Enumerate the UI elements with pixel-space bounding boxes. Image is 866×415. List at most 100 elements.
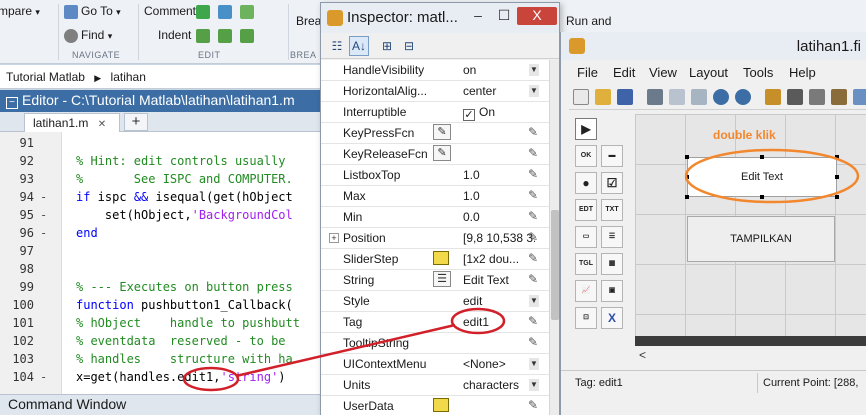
dropdown-arrow-icon[interactable]: ▼ xyxy=(529,64,539,76)
property-value[interactable]: <None> xyxy=(463,357,535,371)
breakpoints-button[interactable]: Brea xyxy=(296,14,321,28)
resize-handle[interactable] xyxy=(685,155,689,159)
property-row[interactable]: UserData ✎ xyxy=(321,396,549,415)
tab-latihan1[interactable]: latihan1.m ✕ xyxy=(24,113,120,132)
code-editor[interactable]: 91 92 % Hint: edit controls usually 93 % See… xyxy=(0,132,330,394)
new-tab-button[interactable]: + xyxy=(124,113,148,131)
breadcrumb-item[interactable]: Tutorial Matlab xyxy=(6,70,85,84)
edit-pencil-icon[interactable]: ✎ xyxy=(528,188,538,202)
dropdown-arrow-icon[interactable]: ▼ xyxy=(529,379,539,391)
close-button[interactable]: X xyxy=(517,7,557,25)
paste-icon[interactable] xyxy=(691,89,707,105)
axes-tool-icon[interactable]: 📈 xyxy=(575,280,597,302)
property-row[interactable]: Tag edit1 ✎ xyxy=(321,312,549,333)
edit-pencil-icon[interactable]: ✎ xyxy=(528,335,538,349)
edit-text-control[interactable]: Edit Text xyxy=(687,157,837,197)
property-row[interactable]: UIContextMenu <None> ▼ xyxy=(321,354,549,375)
code-line[interactable]: 99 % --- Executes on button press xyxy=(0,280,330,298)
tampilkan-push-button[interactable]: TAMPILKAN xyxy=(687,216,835,262)
menu-item[interactable]: Tools xyxy=(743,65,773,80)
property-value[interactable]: 0.0 xyxy=(463,210,535,224)
property-value[interactable]: [1x2 dou... xyxy=(463,252,535,266)
activex-tool-icon[interactable]: X xyxy=(601,307,623,329)
decrease-indent-button[interactable] xyxy=(240,28,257,43)
dropdown-arrow-icon[interactable]: ▼ xyxy=(529,295,539,307)
property-row[interactable]: ListboxTop 1.0 ✎ xyxy=(321,165,549,186)
property-row[interactable]: Units characters ▼ xyxy=(321,375,549,396)
checkbox-icon[interactable]: ✓ xyxy=(463,109,475,121)
checkbox-tool-icon[interactable]: ☑ xyxy=(601,172,623,194)
property-value[interactable]: 1.0 xyxy=(463,168,535,182)
mfile-editor-icon[interactable] xyxy=(853,89,866,105)
resize-handle[interactable] xyxy=(685,175,689,179)
property-value[interactable]: edit xyxy=(463,294,535,308)
expand-icon[interactable]: + xyxy=(329,233,339,243)
open-folder-icon[interactable] xyxy=(595,89,611,105)
property-row[interactable]: HorizontalAlig... center ▼ xyxy=(321,81,549,102)
property-row[interactable]: + Position [9,8 10,538 3...✎ xyxy=(321,228,549,249)
resize-handle[interactable] xyxy=(835,175,839,179)
guide-title-bar[interactable]: latihan1.fi xyxy=(561,32,866,60)
uncomment-button[interactable] xyxy=(218,4,235,19)
code-line[interactable]: 100 function pushbutton1_Callback( xyxy=(0,298,330,316)
dropdown-arrow-icon[interactable]: ▼ xyxy=(529,358,539,370)
breadcrumb-item[interactable]: latihan xyxy=(111,70,146,84)
menu-item[interactable]: View xyxy=(649,65,677,80)
push-button-tool-icon[interactable]: OK xyxy=(575,145,597,167)
maximize-button[interactable]: ☐ xyxy=(493,7,515,25)
property-value[interactable]: edit1 xyxy=(463,315,535,329)
edit-pencil-icon[interactable]: ✎ xyxy=(528,167,538,181)
collapse-all-icon[interactable]: ⊟ xyxy=(399,36,419,56)
popup-menu-tool-icon[interactable]: ▭ xyxy=(575,226,597,248)
property-value[interactable]: ✓ On xyxy=(463,105,535,121)
undo-icon[interactable] xyxy=(713,89,729,105)
resize-handle[interactable] xyxy=(685,195,689,199)
property-row[interactable]: Max 1.0 ✎ xyxy=(321,186,549,207)
copy-icon[interactable] xyxy=(669,89,685,105)
property-value[interactable]: characters xyxy=(463,378,535,392)
menu-item[interactable]: Layout xyxy=(689,65,728,80)
edit-pencil-icon[interactable]: ✎ xyxy=(528,209,538,223)
code-line[interactable]: 102 % eventdata reserved - to be xyxy=(0,334,330,352)
select-tool-icon[interactable]: ▶ xyxy=(575,118,597,140)
run-and-advance-button[interactable]: Run and xyxy=(566,14,611,28)
property-row[interactable]: Min 0.0 ✎ xyxy=(321,207,549,228)
inspector-title-bar[interactable]: Inspector: matl... – ☐ X xyxy=(321,3,559,33)
property-row[interactable]: Interruptible ✓ On xyxy=(321,102,549,123)
toolbar-editor-icon[interactable] xyxy=(831,89,847,105)
code-line[interactable]: 101 % hObject handle to pushbutt xyxy=(0,316,330,334)
property-value[interactable]: on xyxy=(463,63,535,77)
property-value[interactable]: center xyxy=(463,84,535,98)
slider-tool-icon[interactable]: ▬ xyxy=(601,145,623,167)
code-line[interactable]: 93 % See ISPC and COMPUTER. xyxy=(0,172,330,190)
resize-handle[interactable] xyxy=(835,155,839,159)
edit-pencil-icon[interactable]: ✎ xyxy=(528,146,538,160)
code-line[interactable]: 91 xyxy=(0,136,330,154)
horizontal-scrollbar[interactable]: < xyxy=(635,348,866,364)
tab-order-icon[interactable] xyxy=(809,89,825,105)
matrix-editor-icon[interactable] xyxy=(433,250,455,269)
code-line[interactable]: 98 xyxy=(0,262,330,280)
button-group-tool-icon[interactable]: ⊡ xyxy=(575,307,597,329)
breakpoint-marker[interactable]: - xyxy=(40,190,47,204)
code-line[interactable]: 92 % Hint: edit controls usually xyxy=(0,154,330,172)
layout-canvas[interactable]: Edit Text TAMPILKAN double klik xyxy=(635,114,866,336)
goto-button[interactable]: Go To ▾ xyxy=(64,4,121,19)
find-button[interactable]: Find ▾ xyxy=(64,28,112,43)
menu-item[interactable]: Help xyxy=(789,65,816,80)
save-icon[interactable] xyxy=(617,89,633,105)
panel-tool-icon[interactable]: ▣ xyxy=(601,280,623,302)
string-editor-icon[interactable]: ☰ xyxy=(433,271,455,290)
edit-pencil-icon[interactable]: ✎ xyxy=(528,230,538,244)
property-value[interactable]: [9,8 10,538 3... xyxy=(463,231,535,245)
property-value[interactable]: Edit Text xyxy=(463,273,535,287)
scrollbar-thumb[interactable] xyxy=(551,210,559,320)
editor-title-bar[interactable]: − Editor - C:\Tutorial Matlab\latihan\lat… xyxy=(0,90,330,112)
edit-text-tool-icon[interactable]: EDT xyxy=(575,199,597,221)
edit-pencil-icon[interactable]: ✎ xyxy=(528,251,538,265)
property-scrollbar[interactable] xyxy=(549,60,559,415)
cut-icon[interactable] xyxy=(647,89,663,105)
scroll-left-icon[interactable]: < xyxy=(639,348,646,362)
breakpoint-marker[interactable]: - xyxy=(40,226,47,240)
property-row[interactable]: KeyPressFcn ✎ ✎ xyxy=(321,123,549,144)
